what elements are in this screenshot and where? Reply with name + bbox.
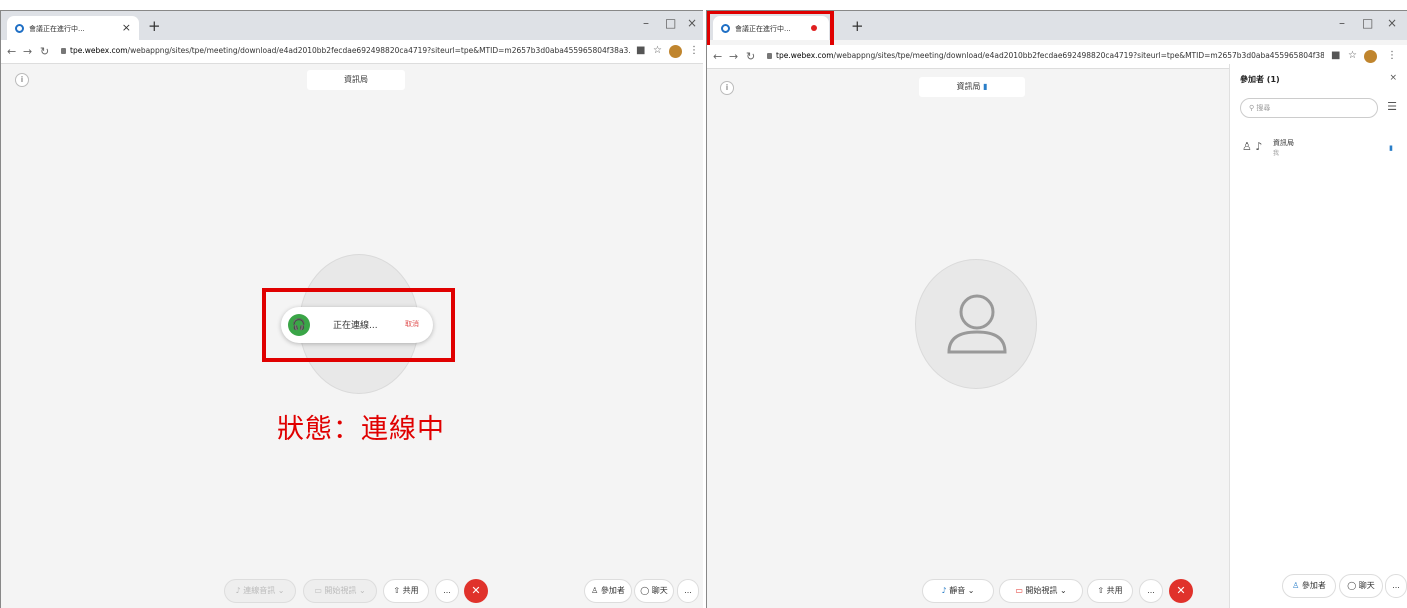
more-options-button[interactable]: ... [435,579,459,603]
status-caption: 狀態：連線中 [277,414,445,445]
minimize-button[interactable]: – [1339,16,1345,30]
participants-button[interactable]: ♙ 參加者 [1282,574,1336,598]
mute-button[interactable]: ♪ 靜音 ⌄ [922,579,994,603]
new-tab-button[interactable]: + [851,17,864,35]
lock-icon[interactable] [61,48,66,54]
maximize-button[interactable]: □ [665,16,676,30]
forward-arrow-icon[interactable]: → [729,50,738,63]
highlight-box [262,288,455,362]
more-panel-button[interactable]: ... [1385,574,1407,598]
start-video-label: 開始視訊 [1025,586,1058,595]
close-window-button[interactable]: × [1387,16,1397,30]
connect-audio-button[interactable]: ♪ 連線音訊 ⌄ [224,579,296,603]
start-video-label: 開始視訊 [324,586,357,595]
start-video-button[interactable]: ▭ 開始視訊 ⌄ [999,579,1083,603]
mic-level-icon: ▮ [983,82,988,91]
participant-search-input[interactable]: ⚲ 搜尋 [1240,98,1378,118]
meeting-area: i 資訊局 🎧 正在連線... 取消 狀態：連線中 ♪ 連線音訊 ⌄ ▭ 開始視… [1,64,703,608]
panel-close-icon[interactable]: × [1389,73,1397,83]
person-icon [947,294,1007,354]
lock-icon[interactable] [767,53,772,59]
close-window-button[interactable]: × [687,16,697,30]
profile-avatar[interactable] [1364,50,1377,63]
room-name-label: 資訊局 ▮ [919,77,1025,97]
browser-tab[interactable]: 會議正在進行中... × [7,16,139,40]
menu-dots-icon[interactable]: ⋮ [1387,50,1397,61]
more-panel-button[interactable]: ... [677,579,699,603]
start-video-button[interactable]: ▭ 開始視訊 ⌄ [303,579,377,603]
share-button[interactable]: ⇧ 共用 [383,579,429,603]
right-browser-window: 會議正在進行中... + – □ × ← → ↻ tpe.webex.com/w… [706,10,1407,608]
share-button[interactable]: ⇧ 共用 [1087,579,1133,603]
left-browser-window: 會議正在進行中... × + – □ × ← → ↻ tpe.webex.com… [0,10,703,608]
participant-name: 資訊局 [1273,139,1294,147]
mute-label: 靜音 [949,586,966,595]
participant-role: 我 [1273,150,1280,157]
bookmark-star-icon[interactable]: ☆ [1348,50,1357,61]
people-icon: ♙ [1292,581,1302,590]
url-field[interactable]: tpe.webex.com/webappng/sites/tpe/meeting… [70,46,630,55]
url-field[interactable]: tpe.webex.com/webappng/sites/tpe/meeting… [776,51,1324,60]
tab-title: 會議正在進行中... [29,25,85,33]
room-name-label: 資訊局 [307,70,405,90]
chat-icon: ◯ [640,586,652,595]
chat-button[interactable]: ◯ 聊天 [1339,574,1383,598]
forward-arrow-icon[interactable]: → [23,45,32,58]
connect-audio-label: 連線音訊 [243,586,276,595]
reload-icon[interactable]: ↻ [746,50,755,63]
end-call-icon[interactable]: ✕ [1169,579,1193,603]
chat-label: 聊天 [651,586,668,595]
end-call-icon[interactable]: ✕ [464,579,488,603]
share-label: 共用 [402,586,419,595]
tab-highlight-box [707,11,834,49]
reload-icon[interactable]: ↻ [40,45,49,58]
self-avatar-circle [915,259,1037,389]
info-icon[interactable]: i [720,81,734,95]
video-icon: ▭ [314,586,325,595]
maximize-button[interactable]: □ [1362,16,1373,30]
participants-label: 參加者 [1301,581,1326,590]
share-icon: ⇧ [393,586,403,595]
sort-list-icon[interactable]: ☰ [1387,100,1397,113]
new-tab-button[interactable]: + [148,17,161,35]
chat-label: 聊天 [1358,581,1375,590]
tab-bar: 會議正在進行中... × + – □ × [1,11,703,40]
webex-favicon-icon [15,24,24,33]
participant-mic-icon: ▮ [1389,144,1393,152]
participants-label: 參加者 [600,586,625,595]
menu-dots-icon[interactable]: ⋮ [689,45,699,56]
tab-close-icon[interactable]: × [122,21,131,34]
panel-title: 參加者 (1) [1240,75,1280,84]
back-arrow-icon[interactable]: ← [7,45,16,58]
extension-icon[interactable]: ■ [1331,50,1340,61]
info-icon[interactable]: i [15,73,29,87]
participant-avatar-icon: ♙ ♪ [1242,140,1263,153]
address-bar: ← → ↻ tpe.webex.com/webappng/sites/tpe/m… [1,40,703,64]
share-icon: ⇧ [1097,586,1107,595]
back-arrow-icon[interactable]: ← [713,50,722,63]
profile-avatar[interactable] [669,45,682,58]
more-options-button[interactable]: ... [1139,579,1163,603]
bookmark-star-icon[interactable]: ☆ [653,45,662,56]
share-label: 共用 [1106,586,1123,595]
search-placeholder: 搜尋 [1256,104,1271,112]
chat-button[interactable]: ◯ 聊天 [634,579,674,603]
participants-button[interactable]: ♙ 參加者 [584,579,632,603]
chat-icon: ◯ [1347,581,1359,590]
people-icon: ♙ [591,586,601,595]
video-off-icon: ▭ [1015,586,1026,595]
participants-panel: 參加者 (1) × ⚲ 搜尋 ☰ ♙ ♪ 資訊局 我 ▮ ♙ 參加者 ◯ 聊天 … [1229,64,1407,608]
minimize-button[interactable]: – [643,16,649,30]
extension-icon[interactable]: ■ [636,45,645,56]
